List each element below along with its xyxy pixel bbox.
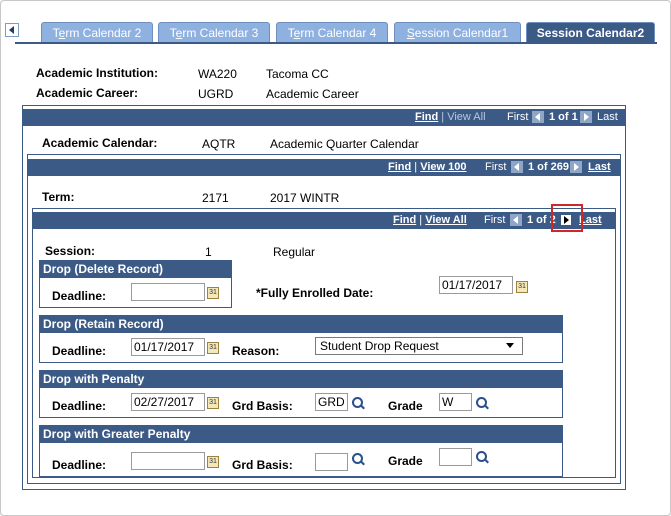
tab-scroll-left-icon[interactable] [5,23,19,37]
grade-label: Grade [388,399,423,413]
row-count: 1 of 269 [528,161,569,173]
tab-label: Term Calendar 2 [52,26,142,40]
nav-separator: | [441,111,445,123]
first-label: First [485,161,507,173]
tab-accelerator-letter: S [406,26,415,40]
career-name: Academic Career [266,87,359,101]
next-icon[interactable] [570,161,582,173]
tab-label: Term Calendar 4 [287,26,377,40]
grd-basis-input[interactable]: GRD [315,393,348,411]
calendar-icon[interactable]: 31 [207,397,219,409]
drop-greater-deadline-input[interactable] [131,452,205,470]
institution-name: Tacoma CC [266,67,329,81]
fully-enrolled-label: *Fully Enrolled Date: [256,286,374,300]
next-icon[interactable] [580,111,592,123]
dropdown-arrow-icon [506,343,514,348]
tab-accelerator-letter: e [293,26,301,40]
calendar-icon[interactable]: 31 [516,281,528,293]
reason-label: Reason: [232,344,280,358]
drop-greater-deadline-label: Deadline: [52,458,107,472]
page-frame: Term Calendar 2 Term Calendar 3 Term Cal… [0,0,671,516]
grade-label: Grade [388,454,423,468]
tab-session-calendar1[interactable]: Session Calendar1 [394,22,521,42]
term-find-links: Find | View All [393,214,467,226]
tab-accelerator-letter: e [58,26,66,40]
search-icon[interactable] [476,451,489,464]
calendar-find-links: Find | View 100 [388,161,466,173]
view-all-link[interactable]: View All [425,214,467,226]
tab-label: Session Calendar2 [536,26,645,40]
grd-basis-label: Grd Basis: [232,399,293,413]
institution-code: WA220 [198,67,237,81]
drop-retain-title: Drop (Retain Record) [39,315,563,333]
outer-find-links: Find | View All [415,111,486,123]
calendar-navbar: Find | View 100 First 1 of 269 Last [28,159,620,176]
find-link[interactable]: Find [388,161,411,173]
drop-delete-deadline-label: Deadline: [52,289,107,303]
calendar-icon[interactable]: 31 [207,456,219,468]
drop-retain-deadline-input[interactable]: 01/17/2017 [131,338,205,356]
drop-greater-title: Drop with Greater Penalty [39,425,563,443]
prev-icon[interactable] [511,161,523,173]
reason-select[interactable]: Student Drop Request [315,337,523,355]
drop-retain-deadline-label: Deadline: [52,344,107,358]
career-label: Academic Career: [36,86,139,100]
find-link[interactable]: Find [415,111,438,123]
find-link[interactable]: Find [393,214,416,226]
tab-label: Session Calendar1 [406,26,509,40]
academic-calendar-code: AQTR [202,137,236,151]
grade-input[interactable]: W [439,393,472,411]
reason-select-value: Student Drop Request [320,339,439,353]
first-label: First [484,214,506,226]
career-code: UGRD [198,87,234,101]
drop-penalty-deadline-label: Deadline: [52,399,107,413]
tab-label: Term Calendar 3 [169,26,259,40]
last-link-text[interactable]: Last [588,161,611,173]
last-label: Last [597,111,618,123]
drop-delete-deadline-input[interactable] [131,283,205,301]
nav-separator: | [419,214,423,226]
academic-calendar-name: Academic Quarter Calendar [270,137,419,151]
drop-delete-title: Drop (Delete Record) [39,260,232,278]
first-label: First [507,111,529,123]
outer-navbar: Find | View All First 1 of 1 Last [23,109,625,126]
drop-penalty-deadline-input[interactable]: 02/27/2017 [131,393,205,411]
calendar-icon[interactable]: 31 [207,342,219,354]
session-label: Session: [45,244,96,258]
term-name: 2017 WINTR [270,191,340,205]
grade-input[interactable] [439,448,472,466]
tab-term-calendar-3[interactable]: Term Calendar 3 [158,22,270,42]
last-link[interactable]: Last [588,161,611,173]
view-all-link: View All [447,111,486,123]
prev-icon[interactable] [510,214,522,226]
term-label: Term: [42,190,75,204]
institution-label: Academic Institution: [36,66,159,80]
calendar-icon[interactable]: 31 [207,287,219,299]
session-name: Regular [273,245,316,259]
search-icon[interactable] [352,453,365,466]
prev-icon[interactable] [532,111,544,123]
session-code: 1 [205,245,212,259]
term-code: 2171 [202,191,229,205]
fully-enrolled-input[interactable]: 01/17/2017 [439,276,513,294]
grd-basis-label: Grd Basis: [232,458,293,472]
highlight-callout [551,204,583,232]
nav-separator: | [414,161,418,173]
term-navbar: Find | View All First 1 of 2 Last [33,212,615,229]
tab-term-calendar-4[interactable]: Term Calendar 4 [276,22,388,42]
row-count: 1 of 1 [549,111,578,123]
tab-session-calendar2[interactable]: Session Calendar2 [526,22,655,42]
academic-calendar-label: Academic Calendar: [42,136,158,150]
tab-accelerator-letter: e [175,26,183,40]
search-icon[interactable] [476,397,489,410]
grd-basis-input[interactable] [315,453,348,471]
drop-penalty-title: Drop with Penalty [39,370,563,388]
tab-term-calendar-2[interactable]: Term Calendar 2 [41,22,153,42]
search-icon[interactable] [352,397,365,410]
view-100-link[interactable]: View 100 [420,161,466,173]
